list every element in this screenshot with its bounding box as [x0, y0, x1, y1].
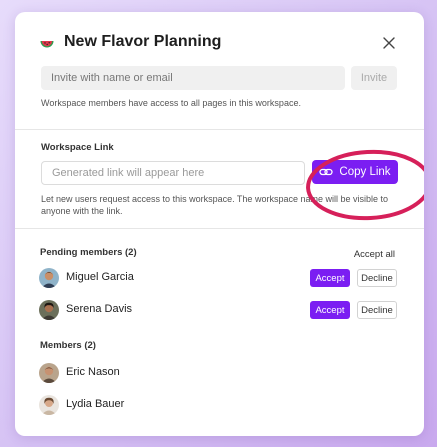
member-name: Lydia Bauer: [66, 398, 125, 410]
invite-input[interactable]: [41, 66, 345, 90]
workspace-link-label: Workspace Link: [41, 142, 114, 153]
invite-button[interactable]: Invite: [351, 66, 397, 90]
accept-button[interactable]: Accept: [310, 269, 350, 287]
dialog-header: New Flavor Planning: [39, 32, 400, 54]
avatar: [39, 300, 59, 320]
link-icon: [319, 168, 334, 176]
divider: [15, 129, 424, 130]
accept-button[interactable]: Accept: [310, 301, 350, 319]
share-dialog: New Flavor Planning Invite Workspace mem…: [15, 12, 424, 436]
member-name: Eric Nason: [66, 366, 120, 378]
avatar: [39, 268, 59, 288]
members-label: Members (2): [40, 340, 96, 351]
member-row: Eric Nason: [39, 362, 398, 384]
watermelon-icon: [40, 41, 54, 48]
pending-member-row: Serena Davis Accept Decline: [39, 299, 398, 321]
avatar: [39, 395, 59, 415]
pending-member-row: Miguel Garcia Accept Decline: [39, 267, 398, 289]
member-name: Miguel Garcia: [66, 271, 134, 283]
pending-members-label: Pending members (2): [40, 247, 137, 258]
close-icon[interactable]: [382, 36, 396, 50]
invite-helper-text: Workspace members have access to all pag…: [41, 98, 301, 108]
member-name: Serena Davis: [66, 303, 133, 315]
divider: [15, 228, 424, 229]
workspace-link-input[interactable]: [41, 161, 305, 185]
decline-button[interactable]: Decline: [357, 301, 397, 319]
dialog-title: New Flavor Planning: [64, 33, 222, 50]
copy-link-button[interactable]: Copy Link: [312, 160, 398, 184]
member-row: Lydia Bauer: [39, 394, 398, 416]
copy-link-label: Copy Link: [339, 166, 391, 178]
avatar: [39, 363, 59, 383]
decline-button[interactable]: Decline: [357, 269, 397, 287]
accept-all-link[interactable]: Accept all: [354, 249, 395, 260]
workspace-link-helper-text: Let new users request access to this wor…: [41, 194, 388, 216]
